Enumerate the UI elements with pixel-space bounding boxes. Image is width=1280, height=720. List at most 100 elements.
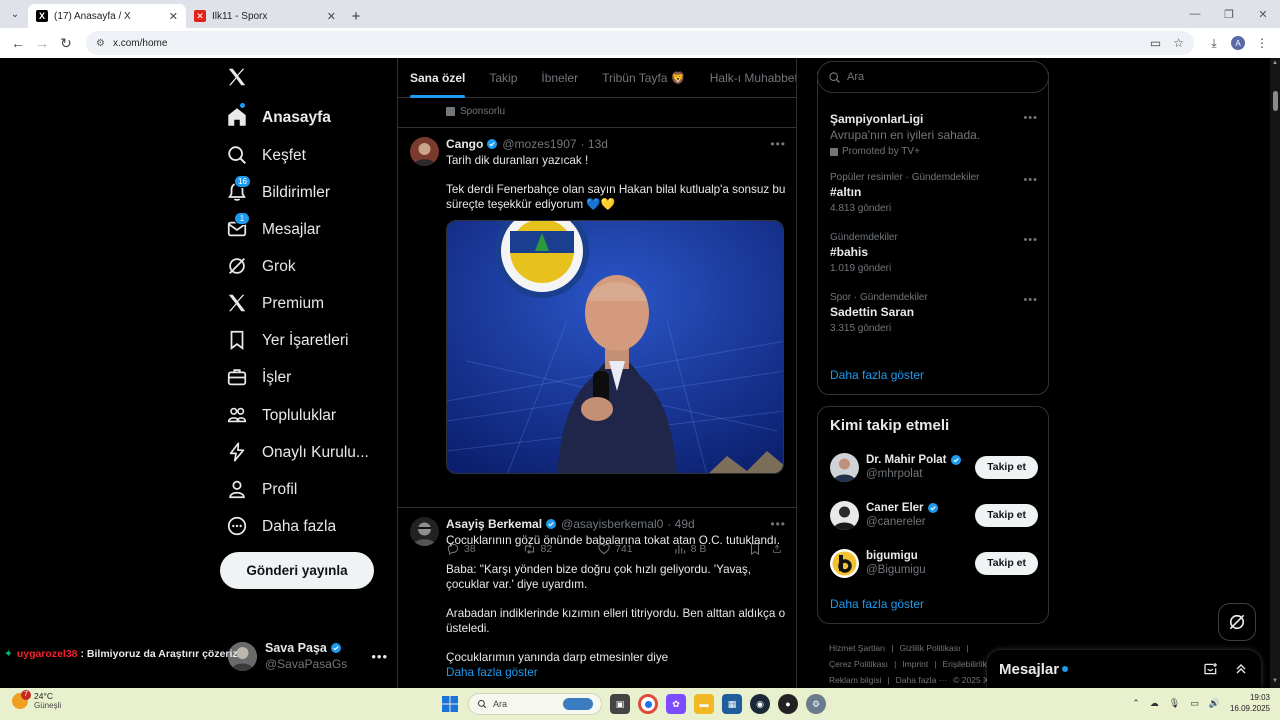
avatar[interactable] xyxy=(410,517,439,546)
nav-item-more[interactable]: Daha fazla xyxy=(226,510,336,544)
task-view-icon[interactable]: ▣ xyxy=(610,694,630,714)
weather-widget[interactable]: 7 24°C Güneşli xyxy=(12,689,61,710)
follow-button[interactable]: Takip et xyxy=(975,455,1038,479)
avatar[interactable] xyxy=(830,500,859,530)
footer-link[interactable]: Reklam bilgisi xyxy=(829,675,881,685)
site-info-icon[interactable]: ⚙ xyxy=(96,38,105,49)
tweet-image[interactable] xyxy=(446,220,784,474)
footer-link[interactable]: Imprint xyxy=(902,659,928,669)
browser-menu-icon[interactable]: ⋮ xyxy=(1250,31,1274,55)
search-input[interactable]: Ara xyxy=(817,61,1049,93)
footer-link[interactable]: Hizmet Şartları xyxy=(829,643,885,653)
nav-item-communities[interactable]: Topluluklar xyxy=(226,399,336,433)
footer-more-link[interactable]: Daha fazla ··· xyxy=(896,675,948,685)
new-tab-button[interactable]: + xyxy=(344,4,368,28)
trend-item[interactable]: Spor · Gündemdekiler Sadettin Saran 3.31… xyxy=(830,292,1038,334)
tab-list-3[interactable]: Halk-ı Muhabbet xyxy=(698,58,796,98)
microphone-icon[interactable]: 🎙 xyxy=(1169,698,1180,709)
x-logo-icon[interactable] xyxy=(226,66,254,94)
more-icon[interactable]: ••• xyxy=(1023,112,1038,124)
grok-floating-button[interactable] xyxy=(1218,603,1256,641)
trend-item[interactable]: Popüler resimler · Gündemdekiler #altın … xyxy=(830,172,1038,214)
page-scrollbar[interactable]: ▲ ▼ xyxy=(1270,58,1280,688)
messages-drawer[interactable]: Mesajlar xyxy=(987,650,1261,688)
trend-item[interactable]: ŞampiyonlarLigi Avrupa'nın en iyileri sa… xyxy=(830,110,1038,157)
forward-button[interactable]: → xyxy=(30,31,54,55)
post-button[interactable]: Gönderi yayınla xyxy=(220,552,374,589)
app-icon[interactable]: ● xyxy=(778,694,798,714)
tab-search-button[interactable]: ⌄ xyxy=(4,3,26,25)
nav-item-grok[interactable]: Grok xyxy=(226,250,296,284)
store-icon[interactable]: ▦ xyxy=(722,694,742,714)
tweet-author[interactable]: Cango xyxy=(446,137,483,151)
tweet[interactable]: Asayiş Berkemal @asayisberkemal0 · 49d •… xyxy=(398,508,796,688)
more-icon[interactable]: ••• xyxy=(1023,294,1038,306)
account-switcher[interactable]: Sava Paşa @SavaPasaGs ••• xyxy=(228,636,388,676)
avatar[interactable] xyxy=(830,452,859,482)
more-icon[interactable]: ••• xyxy=(371,649,388,664)
browser-tab-x[interactable]: X (17) Anasayfa / X ✕ xyxy=(28,4,186,28)
who-to-follow-show-more-link[interactable]: Daha fazla göster xyxy=(830,597,924,611)
new-message-icon[interactable] xyxy=(1203,661,1219,677)
tweet[interactable]: Cango @mozes1907 · 13d ••• Tarih dik dur… xyxy=(398,128,796,556)
taskbar-search[interactable]: Ara xyxy=(468,693,602,715)
nav-item-jobs[interactable]: İşler xyxy=(226,361,291,395)
follow-suggestion[interactable]: bigumigu @Bigumigu Takip et xyxy=(830,545,1038,581)
windows-start-icon[interactable] xyxy=(440,694,460,714)
follow-suggestion[interactable]: Caner Eler @canereler Takip et xyxy=(830,497,1038,533)
chevron-up-double-icon[interactable] xyxy=(1233,661,1249,677)
nav-item-explore[interactable]: Keşfet xyxy=(226,139,306,173)
follow-suggestion[interactable]: Dr. Mahir Polat @mhrpolat Takip et xyxy=(830,449,1038,485)
settings-gear-icon[interactable]: ⚙ xyxy=(806,694,826,714)
nav-item-profile[interactable]: Profil xyxy=(226,473,297,507)
show-more-link[interactable]: Daha fazla göster xyxy=(446,665,788,680)
chevron-up-icon[interactable]: ⌃ xyxy=(1132,698,1140,709)
trend-item[interactable]: Gündemdekiler #bahis 1.019 gönderi ••• xyxy=(830,232,1038,274)
maximize-button[interactable]: ❐ xyxy=(1212,0,1246,28)
back-button[interactable]: ← xyxy=(6,31,30,55)
network-icon[interactable]: ▭ xyxy=(1190,698,1199,709)
follow-button[interactable]: Takip et xyxy=(975,551,1038,575)
tweet-handle[interactable]: @asayisberkemal0 xyxy=(561,517,663,531)
avatar[interactable] xyxy=(830,548,859,578)
nav-item-verified-orgs[interactable]: Onaylı Kurulu... xyxy=(226,436,369,470)
more-icon[interactable]: ••• xyxy=(1023,174,1038,186)
footer-link[interactable]: Gizlilik Politikası xyxy=(899,643,960,653)
cloud-icon[interactable]: ☁ xyxy=(1150,698,1159,709)
window-close-button[interactable]: ✕ xyxy=(1246,0,1280,28)
tweet-author[interactable]: Asayiş Berkemal xyxy=(446,517,542,531)
scroll-up-arrow[interactable]: ▲ xyxy=(1271,60,1279,66)
nav-item-messages[interactable]: 1 Mesajlar xyxy=(226,212,321,247)
reload-button[interactable]: ↻ xyxy=(54,31,78,55)
close-icon[interactable]: ✕ xyxy=(169,10,178,23)
follow-button[interactable]: Takip et xyxy=(975,503,1038,527)
close-icon[interactable]: ✕ xyxy=(327,10,336,23)
footer-link[interactable]: Erişilebilirlik xyxy=(942,659,986,669)
copilot-icon[interactable]: ✿ xyxy=(666,694,686,714)
browser-tab-sporx[interactable]: ✕ İlk11 - Sporx ✕ xyxy=(186,4,344,28)
tweet-time[interactable]: · 13d xyxy=(581,137,608,151)
tweet-handle[interactable]: @mozes1907 xyxy=(502,137,576,151)
nav-item-home[interactable]: Anasayfa xyxy=(226,101,331,135)
tab-following[interactable]: Takip xyxy=(477,58,529,98)
more-icon[interactable]: ••• xyxy=(770,517,786,531)
more-icon[interactable]: ••• xyxy=(1023,234,1038,246)
file-explorer-icon[interactable]: ▬ xyxy=(694,694,714,714)
volume-icon[interactable]: 🔊 xyxy=(1209,698,1220,709)
avatar[interactable] xyxy=(410,137,439,166)
cast-icon[interactable]: ▭ xyxy=(1150,36,1161,50)
steam-icon[interactable]: ◉ xyxy=(750,694,770,714)
footer-link[interactable]: Çerez Politikası xyxy=(829,659,888,669)
download-icon[interactable]: ⤓ xyxy=(1202,31,1226,55)
tab-list-2[interactable]: Tribün Tayfa 🦁 xyxy=(590,58,698,98)
address-bar[interactable]: ⚙ x.com/home ▭ ☆ xyxy=(86,31,1194,55)
tab-list-1[interactable]: İbneler xyxy=(529,58,590,98)
scroll-down-arrow[interactable]: ▼ xyxy=(1271,678,1279,684)
profile-avatar[interactable]: A xyxy=(1226,31,1250,55)
more-icon[interactable]: ••• xyxy=(770,137,786,151)
nav-item-bookmarks[interactable]: Yer İşaretleri xyxy=(226,324,348,358)
nav-item-notifications[interactable]: 16 Bildirimler xyxy=(226,175,330,210)
trends-show-more-link[interactable]: Daha fazla göster xyxy=(830,368,924,382)
minimize-button[interactable]: — xyxy=(1178,0,1212,28)
tab-for-you[interactable]: Sana özel xyxy=(398,58,477,98)
